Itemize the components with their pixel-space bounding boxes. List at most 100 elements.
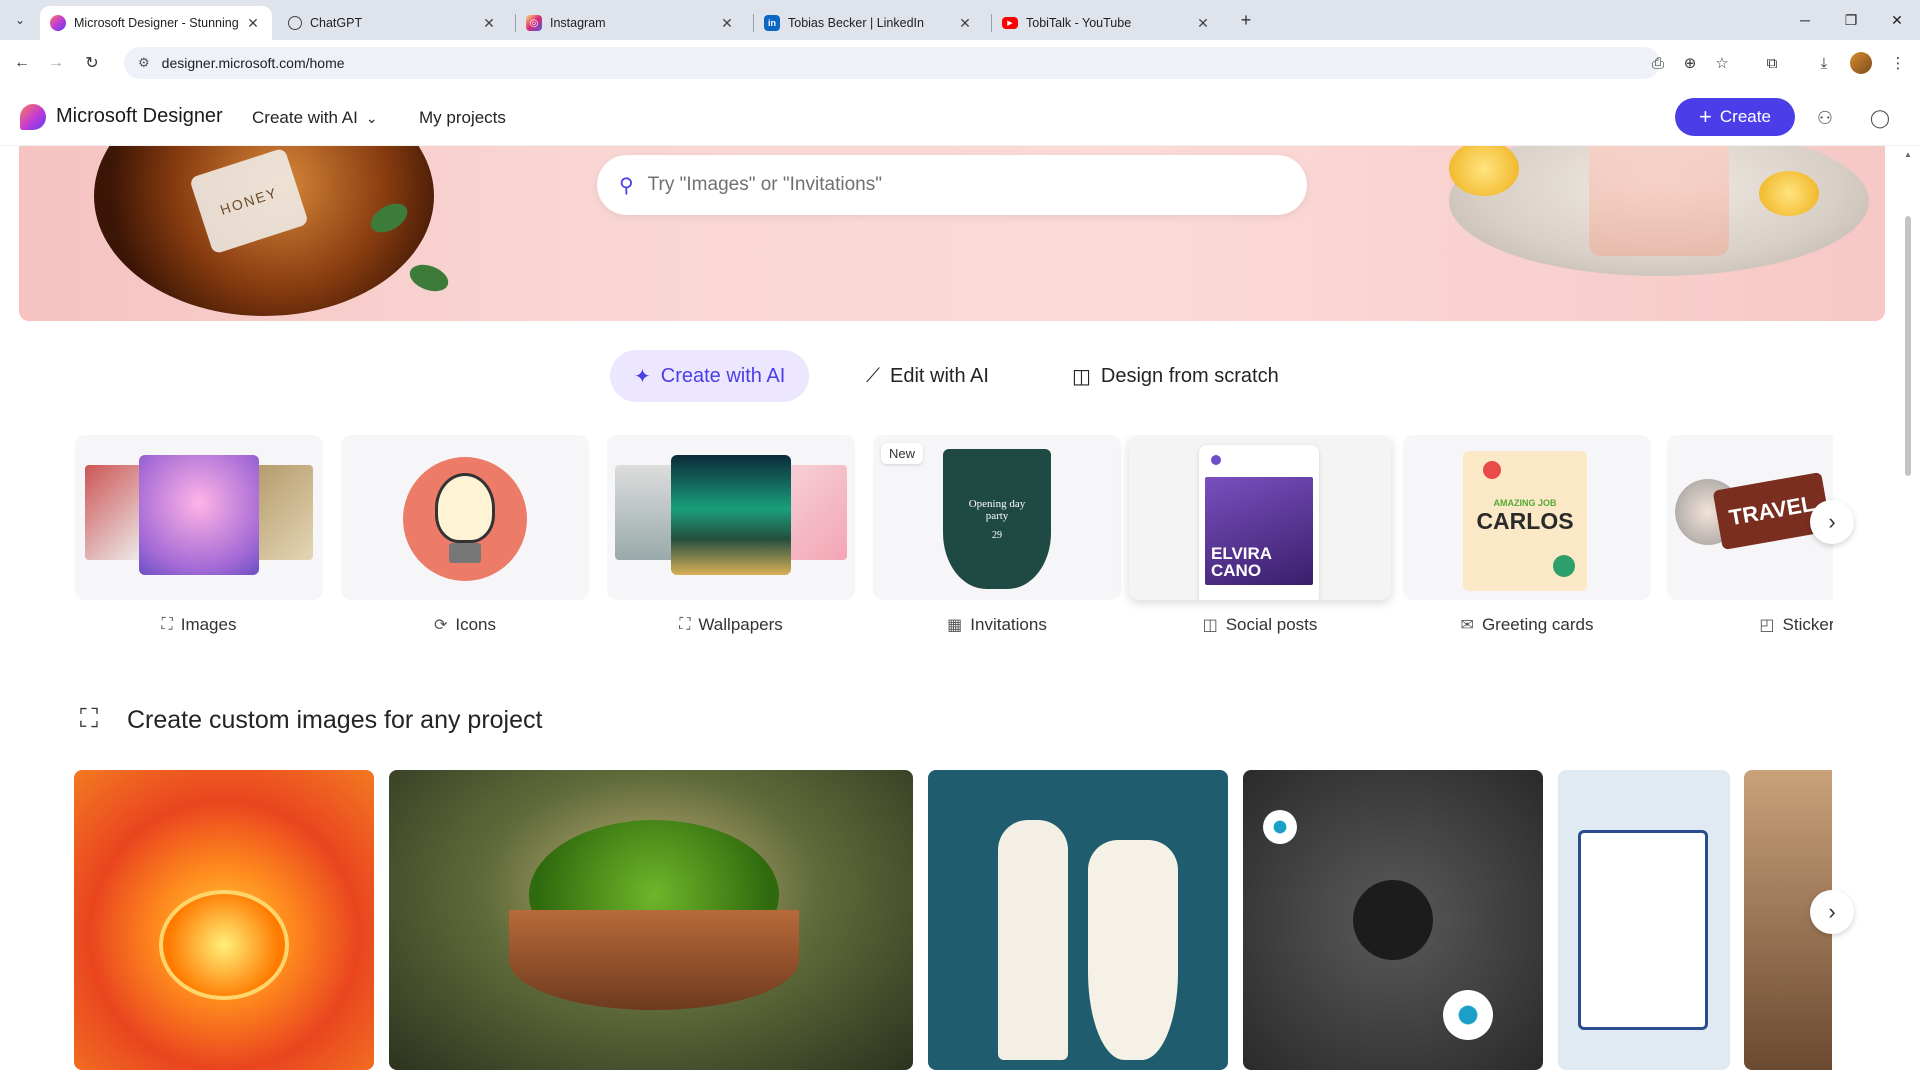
browser-tab-designer[interactable]: Microsoft Designer - Stunning ✕ — [40, 6, 272, 40]
category-card-stickers[interactable]: TRAVEL ◰ Stickers — [1667, 435, 1833, 645]
shapes-icon: ◫ — [1072, 365, 1091, 388]
browser-tab-chatgpt[interactable]: ChatGPT ✕ — [278, 6, 508, 40]
category-label: ◰ Stickers — [1667, 615, 1833, 635]
brand-name[interactable]: Microsoft Designer — [56, 105, 223, 128]
category-carousel: ⛶ Images ⟳ Icons ⛶ Wallpapers Opening da… — [75, 435, 1833, 645]
category-label-text: Greeting cards — [1481, 615, 1594, 634]
browser-tab-youtube[interactable]: ▶ TobiTalk - YouTube ✕ — [992, 6, 1222, 40]
browser-toolbar: ← → ↻ ⚙ designer.microsoft.com/home ⎙ ⊕ … — [0, 40, 1920, 86]
tab-design-from-scratch[interactable]: ◫ Design from scratch — [1048, 350, 1303, 402]
account-avatar-icon[interactable]: ◯ — [1866, 104, 1894, 132]
tab-list-chevron-icon[interactable]: ⌄ — [8, 8, 32, 32]
category-label-text: Images — [180, 615, 237, 634]
search-input[interactable] — [647, 174, 1248, 196]
mint-leaf-image — [406, 259, 452, 297]
tab-label: Design from scratch — [1100, 364, 1279, 387]
instagram-icon: ◎ — [526, 15, 542, 31]
category-thumbnail: Opening day party 29 New — [873, 435, 1121, 600]
designer-logo-icon[interactable] — [20, 104, 46, 130]
gallery-image[interactable] — [1243, 770, 1543, 1070]
category-thumbnail — [341, 435, 589, 600]
chatgpt-icon — [288, 16, 302, 30]
app-header: Microsoft Designer Create with AI ⌄ My p… — [0, 86, 1920, 146]
youtube-icon: ▶ — [1002, 17, 1018, 29]
category-label: ⛶ Images — [75, 615, 323, 635]
download-icon[interactable]: ⤓ — [1812, 51, 1836, 75]
category-card-icons[interactable]: ⟳ Icons — [341, 435, 589, 645]
close-icon[interactable]: ✕ — [1194, 14, 1212, 32]
category-next-chevron-icon[interactable]: › — [1810, 500, 1854, 544]
nav-create-with-ai[interactable]: Create with AI ⌄ — [252, 108, 378, 128]
gallery-image[interactable] — [389, 770, 913, 1070]
share-people-icon[interactable]: ⚇ — [1811, 104, 1839, 132]
category-thumbnail: TRAVEL — [1667, 435, 1833, 600]
close-icon[interactable]: ✕ — [244, 14, 262, 32]
image-sparkle-icon: ⛶ — [161, 616, 173, 633]
category-thumbnail: AMAZING JOB CARLOS — [1403, 435, 1651, 600]
page-scrollbar[interactable]: ▲ — [1903, 146, 1913, 1076]
restore-icon[interactable]: ❐ — [1828, 0, 1874, 40]
tab-title: Microsoft Designer - Stunning — [74, 16, 239, 30]
category-card-greeting-cards[interactable]: AMAZING JOB CARLOS ✉ Greeting cards — [1403, 435, 1651, 645]
create-button-label: Create — [1719, 107, 1771, 126]
tab-title: Instagram — [550, 16, 606, 30]
gallery-next-chevron-icon[interactable]: › — [1810, 890, 1854, 934]
reload-icon[interactable]: ↻ — [80, 51, 104, 75]
browser-menu-icon[interactable]: ⋮ — [1886, 51, 1910, 75]
gallery-image[interactable] — [74, 770, 374, 1070]
close-icon[interactable]: ✕ — [480, 14, 498, 32]
mail-icon: ✉ — [1460, 617, 1474, 634]
invitation-thumb-text: Opening day party — [968, 497, 1026, 522]
zoom-icon[interactable]: ⊕ — [1678, 51, 1702, 75]
sticker-thumb-text: TRAVEL — [1727, 490, 1817, 531]
address-bar[interactable]: ⚙ designer.microsoft.com/home — [124, 47, 1660, 79]
icon-sparkle-icon: ⟳ — [433, 617, 448, 634]
scroll-up-arrow-icon[interactable]: ▲ — [1903, 150, 1913, 160]
new-badge: New — [881, 443, 924, 464]
category-label-text: Stickers — [1782, 615, 1833, 634]
close-icon[interactable]: ✕ — [956, 14, 974, 32]
category-label-text: Social posts — [1225, 615, 1318, 634]
minimize-icon[interactable]: ─ — [1782, 0, 1828, 40]
magic-wand-icon: ⟋ — [866, 364, 880, 387]
category-label: ⛶ Wallpapers — [607, 615, 855, 635]
linkedin-icon: in — [764, 15, 780, 31]
category-card-wallpapers[interactable]: ⛶ Wallpapers — [607, 435, 855, 645]
category-card-social-posts[interactable]: ELVIRA CANO ◫ Social posts — [1129, 435, 1391, 645]
sticker-icon: ◰ — [1759, 617, 1775, 634]
create-button[interactable]: + Create — [1675, 98, 1795, 136]
gallery-image[interactable] — [1558, 770, 1730, 1070]
tab-create-with-ai[interactable]: ✦ Create with AI — [610, 350, 810, 402]
url-text: designer.microsoft.com/home — [161, 55, 345, 71]
forward-arrow-icon[interactable]: → — [44, 51, 68, 75]
tab-label: Edit with AI — [890, 364, 989, 387]
tab-title: TobiTalk - YouTube — [1026, 16, 1132, 30]
gallery-image[interactable] — [928, 770, 1228, 1070]
browser-tab-linkedin[interactable]: in Tobias Becker | LinkedIn ✕ — [754, 6, 984, 40]
extensions-puzzle-icon[interactable]: ⧉ — [1760, 51, 1784, 75]
bookmark-star-icon[interactable]: ☆ — [1710, 51, 1734, 75]
chevron-down-icon: ⌄ — [365, 109, 378, 126]
category-thumbnail: ELVIRA CANO — [1129, 435, 1391, 600]
sparkle-icon: ✦ — [634, 365, 651, 388]
category-label: ⟳ Icons — [341, 615, 589, 635]
tab-edit-with-ai[interactable]: ⟋ Edit with AI — [842, 350, 1013, 402]
designer-icon — [50, 15, 66, 31]
new-tab-plus-icon[interactable]: + — [1234, 8, 1258, 32]
plus-icon: + — [1699, 104, 1712, 129]
search-bar[interactable]: ⚲ — [597, 155, 1307, 215]
browser-profile-avatar[interactable] — [1850, 52, 1872, 74]
scrollbar-thumb[interactable] — [1905, 216, 1911, 476]
nav-my-projects[interactable]: My projects — [419, 108, 506, 128]
wallpaper-icon: ⛶ — [679, 616, 691, 633]
category-card-invitations[interactable]: Opening day party 29 New ▦ Invitations — [873, 435, 1121, 645]
category-card-images[interactable]: ⛶ Images — [75, 435, 323, 645]
back-arrow-icon[interactable]: ← — [10, 51, 34, 75]
window-close-icon[interactable]: ✕ — [1874, 0, 1920, 40]
site-info-icon[interactable]: ⚙ — [138, 55, 150, 71]
install-app-icon[interactable]: ⎙ — [1646, 51, 1670, 75]
browser-tab-bar: ⌄ Microsoft Designer - Stunning ✕ ChatGP… — [0, 0, 1920, 40]
close-icon[interactable]: ✕ — [718, 14, 736, 32]
browser-tab-instagram[interactable]: ◎ Instagram ✕ — [516, 6, 746, 40]
image-gallery — [74, 770, 1832, 1070]
